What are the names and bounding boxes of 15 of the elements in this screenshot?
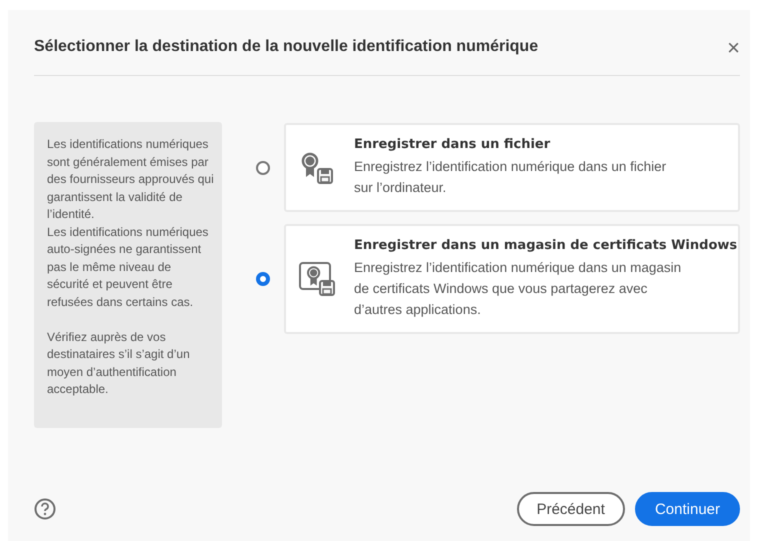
- close-button[interactable]: ×: [727, 36, 740, 58]
- help-icon[interactable]: [34, 498, 56, 520]
- continue-button[interactable]: Continuer: [634, 492, 740, 526]
- radio-button[interactable]: [256, 160, 270, 174]
- option-description: Enregistrez l’identification numérique dans un fichier sur l’ordinateur.: [354, 158, 668, 197]
- certificate-store-icon: [298, 261, 338, 297]
- option-card[interactable]: Enregistrer dans un magasin de certificats Windows Enregistrez l’identification numérique dans un magasin de certificats Windows que vous partagerez avec d’autres applications.: [284, 224, 740, 334]
- option-description: Enregistrez l’identification numérique dans un magasin de certificats Windows que vous partagerez avec d’autres applications.: [354, 259, 682, 319]
- info-text: Les identifications numériques sont généralement émises par des fournisseurs approuvés qui garantissent la validité de l’identité. Les identifications numériques auto-signées ne garantissent pas le même niveau de sécurité et peuvent être refusées dans certains cas. Vérifiez auprès de vos destinataires s’il s’agit d’un moyen d’authentification acceptable.: [34, 122, 222, 428]
- dialog-title: Sélectionner la destination de la nouvelle identification numérique: [34, 38, 538, 56]
- option-title: Enregistrer dans un magasin de certificats Windows: [354, 238, 738, 253]
- back-button[interactable]: Précédent: [516, 492, 625, 526]
- option-title: Enregistrer dans un fichier: [354, 137, 552, 152]
- radio-button[interactable]: [256, 272, 270, 286]
- option-card[interactable]: Enregistrer dans un fichier Enregistrez l’identification numérique dans un fichier sur l’ordinateur.: [284, 123, 740, 212]
